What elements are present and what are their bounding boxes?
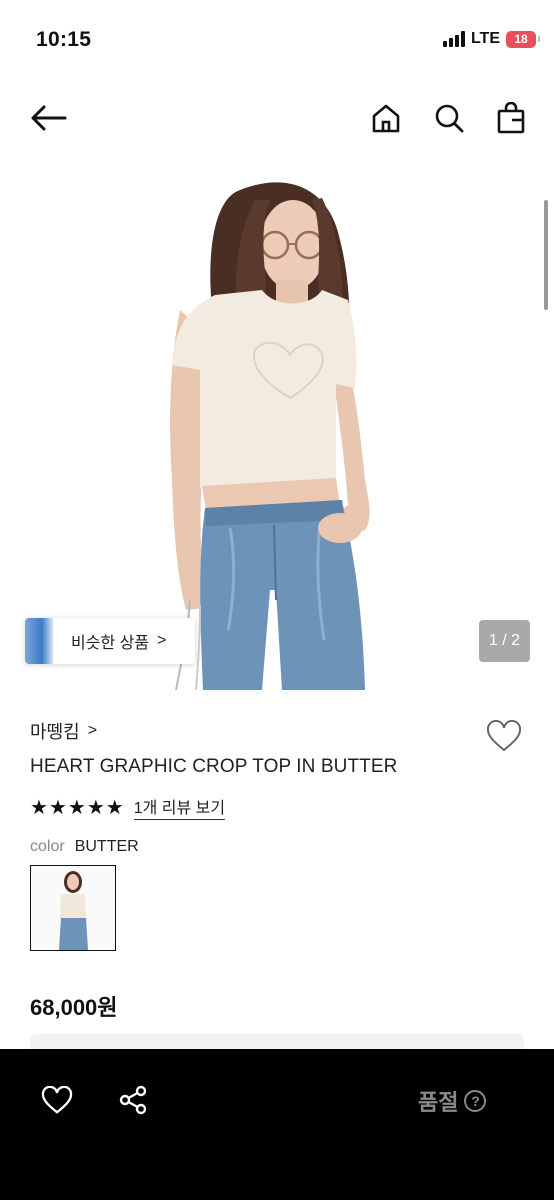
similar-products-label: 비슷한 상품 <box>71 635 150 652</box>
star-icon: ★ <box>30 796 48 819</box>
battery-icon: 18 <box>506 30 540 48</box>
network-type: LTE <box>470 30 500 47</box>
share-icon <box>119 1085 147 1115</box>
soldout-label: 품절 <box>418 1090 459 1115</box>
back-button[interactable] <box>26 96 70 140</box>
shopping-bag-icon <box>497 102 525 134</box>
chevron-right-icon: > <box>87 722 98 739</box>
brand-name: 마뗑킴 <box>30 722 80 742</box>
search-button[interactable] <box>427 96 471 140</box>
star-icon: ★ <box>67 796 86 819</box>
soldout-button[interactable]: 품절 ? <box>418 1085 487 1117</box>
bottom-action-bar: 품절 ? <box>0 1049 554 1200</box>
rating-row: ★ ★ ★ ★ ★ 1개 리뷰 보기 <box>30 794 226 820</box>
question-circle-icon[interactable]: ? <box>464 1090 487 1112</box>
cart-button[interactable] <box>489 96 533 140</box>
status-indicators: LTE 18 <box>442 30 540 48</box>
bottom-wishlist-button[interactable] <box>38 1081 76 1119</box>
chevron-right-icon: > <box>157 632 167 649</box>
color-option-thumbnail[interactable] <box>30 865 116 951</box>
color-label: color <box>30 838 65 855</box>
rating-stars: ★ ★ ★ ★ ★ <box>30 795 124 820</box>
product-photo <box>170 182 370 690</box>
color-value: BUTTER <box>74 838 139 855</box>
top-nav <box>0 96 554 144</box>
share-button[interactable] <box>114 1081 152 1119</box>
review-link[interactable]: 1개 리뷰 보기 <box>133 794 226 820</box>
wishlist-button[interactable] <box>484 716 524 756</box>
star-icon: ★ <box>105 796 124 819</box>
similar-product-thumbnail <box>25 618 53 664</box>
search-icon <box>435 104 464 133</box>
product-title: HEART GRAPHIC CROP TOP IN BUTTER <box>30 756 398 777</box>
arrow-left-icon <box>31 105 67 131</box>
product-price: 68,000원 <box>30 995 118 1020</box>
home-icon <box>372 104 400 133</box>
color-row: color BUTTER <box>30 838 139 856</box>
heart-icon <box>41 1086 73 1114</box>
signal-icon <box>442 31 465 47</box>
product-thumbnail <box>31 866 115 950</box>
brand-link[interactable]: 마뗑킴 > <box>30 718 97 744</box>
status-time: 10:15 <box>36 28 92 51</box>
scroll-indicator <box>544 200 548 310</box>
status-bar: 10:15 LTE 18 <box>0 0 554 80</box>
heart-icon <box>486 720 522 752</box>
star-icon: ★ <box>86 796 105 819</box>
star-icon: ★ <box>48 796 67 819</box>
product-image-gallery[interactable] <box>0 160 554 690</box>
battery-level: 18 <box>514 32 528 46</box>
similar-products-button[interactable]: 비슷한 상품 > <box>25 618 195 664</box>
home-button[interactable] <box>364 96 408 140</box>
image-page-indicator: 1 / 2 <box>479 620 530 662</box>
